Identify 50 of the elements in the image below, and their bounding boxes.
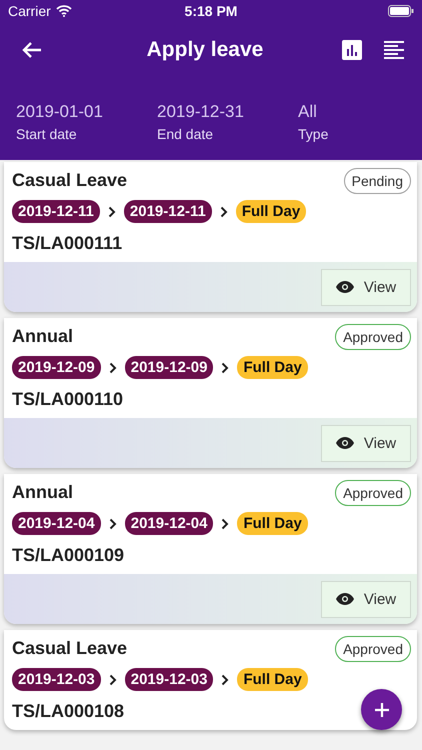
filter-label: Start date xyxy=(16,126,78,142)
status-badge: Pending xyxy=(344,168,411,194)
chevron-icon xyxy=(221,362,230,374)
filter-value[interactable]: All xyxy=(298,102,328,122)
chevron-icon xyxy=(108,674,117,686)
chevron-icon xyxy=(108,362,117,374)
chevron-icon xyxy=(221,518,230,530)
chevron-icon xyxy=(221,674,230,686)
start-date-chip: 2019-12-09 xyxy=(12,356,101,379)
page-title: Apply leave xyxy=(146,38,264,62)
battery-icon xyxy=(388,5,414,17)
chevron-icon xyxy=(108,206,116,218)
leave-id: TS/LA000111 xyxy=(12,233,122,254)
view-button[interactable]: View xyxy=(321,580,411,618)
start-date-chip: 2019-12-04 xyxy=(12,512,101,535)
status-time: 5:18 PM xyxy=(184,3,238,19)
carrier-label: Carrier xyxy=(8,3,51,19)
start-date-chip: 2019-12-03 xyxy=(12,668,101,691)
leave-id: TS/LA000108 xyxy=(12,701,124,722)
filter-value[interactable]: 2019-01-01 xyxy=(16,102,157,122)
leave-id: TS/LA000109 xyxy=(12,545,124,566)
eye-icon xyxy=(336,281,354,293)
leave-type: Annual xyxy=(12,326,73,347)
chevron-icon xyxy=(108,518,117,530)
end-date-chip: 2019-12-09 xyxy=(124,356,214,379)
duration-chip: Full Day xyxy=(236,200,306,223)
leave-type: Casual Leave xyxy=(12,170,128,191)
duration-chip: Full Day xyxy=(237,356,308,379)
status-badge: Approved xyxy=(335,636,411,662)
leave-type: Annual xyxy=(12,482,73,503)
filter-label: Type xyxy=(298,126,328,142)
end-date-chip: 2019-12-11 xyxy=(124,200,212,223)
end-date-chip: 2019-12-03 xyxy=(124,668,214,691)
filter-value[interactable]: 2019-12-31 xyxy=(157,102,298,122)
duration-chip: Full Day xyxy=(237,512,308,535)
leave-id: TS/LA000110 xyxy=(12,389,124,410)
filter-label: End date xyxy=(157,126,214,142)
status-badge: Approved xyxy=(335,324,411,350)
chevron-icon xyxy=(220,206,228,218)
eye-icon xyxy=(336,593,354,605)
view-button[interactable]: View xyxy=(321,268,411,306)
view-button[interactable]: View xyxy=(321,424,411,462)
wifi-icon xyxy=(56,5,72,17)
end-date-chip: 2019-12-04 xyxy=(124,512,214,535)
duration-chip: Full Day xyxy=(237,668,308,691)
eye-icon xyxy=(336,437,354,449)
start-date-chip: 2019-12-11 xyxy=(12,200,100,223)
status-badge: Approved xyxy=(335,480,411,506)
plus-icon xyxy=(374,702,390,718)
leave-type: Casual Leave xyxy=(12,638,128,659)
